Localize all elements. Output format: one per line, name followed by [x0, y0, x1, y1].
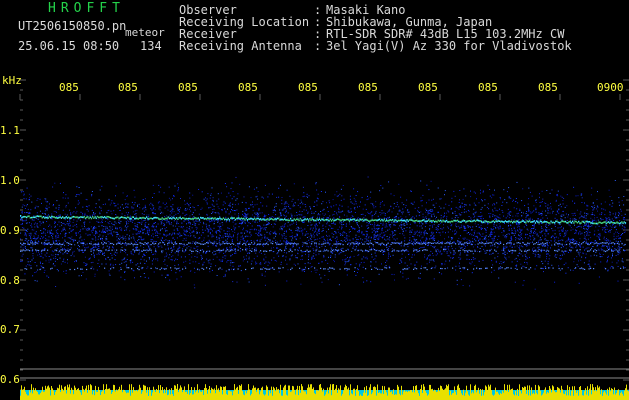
time-label: 0900 — [597, 81, 624, 94]
noise-band — [20, 176, 626, 290]
level-strip — [20, 384, 629, 400]
time-label: 085 — [118, 81, 138, 94]
freq-label: 1.1 — [0, 124, 20, 137]
time-label: 085 — [478, 81, 498, 94]
spectrogram — [19, 79, 629, 400]
freq-unit-label: kHz — [2, 74, 22, 87]
freq-label: 0.8 — [0, 274, 20, 287]
freq-label: 1.0 — [0, 174, 20, 187]
time-label: 085 — [418, 81, 438, 94]
time-label: 085 — [538, 81, 558, 94]
freq-label: 0.7 — [0, 323, 20, 336]
time-label: 085 — [298, 81, 318, 94]
time-label: 085 — [59, 81, 79, 94]
freq-label: 0.9 — [0, 224, 20, 237]
time-label: 085 — [238, 81, 258, 94]
time-label: 085 — [178, 81, 198, 94]
carrier-trace — [20, 215, 627, 225]
freq-label: 0.6 — [0, 373, 20, 386]
time-label: 085 — [358, 81, 378, 94]
